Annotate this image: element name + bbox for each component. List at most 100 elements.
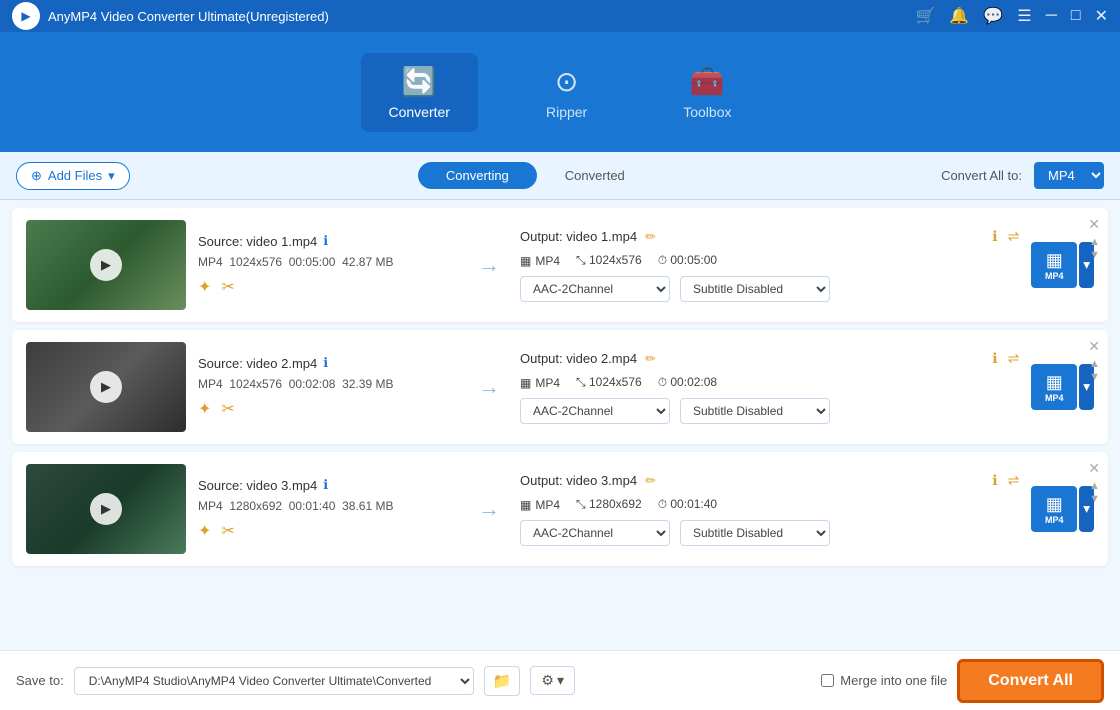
output-settings-icon-3[interactable]: ⇌	[1008, 472, 1020, 489]
ripper-icon: ⊙	[555, 65, 578, 98]
file-item-2: ✕ ▲ ▼ ▶ Source: video 2.mp4 ℹ MP4 1024x5…	[12, 330, 1108, 444]
output-resolution-1: ⤡ 1024x576	[576, 253, 642, 268]
format-button-2[interactable]: ▦ MP4	[1031, 364, 1077, 410]
toolbar-tabs: Converting Converted	[142, 162, 929, 189]
save-path-select[interactable]: D:\AnyMP4 Studio\AnyMP4 Video Converter …	[74, 667, 474, 695]
file-move-down-1[interactable]: ▼	[1089, 249, 1100, 262]
file-close-icon-2[interactable]: ✕	[1088, 338, 1100, 355]
format-btn-group-1: ▦ MP4 ▾	[1031, 242, 1094, 288]
file-thumbnail-3: ▶	[26, 464, 186, 554]
output-info-icon-2[interactable]: ℹ	[992, 350, 997, 367]
file-source-name-2: Source: video 2.mp4	[198, 356, 317, 371]
file-move-down-2[interactable]: ▼	[1089, 371, 1100, 384]
play-button-3[interactable]: ▶	[90, 493, 122, 525]
file-reorder-3: ▲ ▼	[1089, 480, 1100, 506]
nav-item-toolbox[interactable]: 🧰 Toolbox	[655, 53, 759, 132]
cut-icon-3[interactable]: ✂	[221, 521, 234, 541]
tab-converted[interactable]: Converted	[537, 162, 653, 189]
toolbar: ⊕ Add Files ▾ Converting Converted Conve…	[0, 152, 1120, 200]
tab-converting[interactable]: Converting	[418, 162, 537, 189]
edit-icon-1[interactable]: ✏	[645, 229, 656, 245]
toolbox-icon: 🧰	[690, 65, 725, 98]
output-format-name-2: MP4	[535, 376, 560, 390]
nav-toolbox-label: Toolbox	[683, 104, 731, 120]
format-button-3[interactable]: ▦ MP4	[1031, 486, 1077, 532]
output-info-icon-1[interactable]: ℹ	[992, 228, 997, 245]
file-item-1: ✕ ▲ ▼ ▶ Source: video 1.mp4 ℹ MP4 1024x5…	[12, 208, 1108, 322]
star-icon-1[interactable]: ✦	[198, 277, 211, 297]
output-info-icon-3[interactable]: ℹ	[992, 472, 997, 489]
output-resolution-3: ⤡ 1280x692	[576, 497, 642, 512]
nav-item-ripper[interactable]: ⊙ Ripper	[518, 53, 615, 132]
format-btn-icon-3: ▦	[1046, 494, 1063, 515]
add-files-plus-icon: ⊕	[31, 168, 42, 184]
file-actions-3: ✦ ✂	[198, 521, 458, 541]
convert-all-to-label: Convert All to:	[941, 168, 1022, 183]
output-duration-1: ⏱ 00:05:00	[658, 253, 717, 268]
settings-button[interactable]: ⚙ ▾	[530, 666, 575, 695]
convert-all-format-select[interactable]: MP4 MKV AVI MOV	[1034, 162, 1104, 189]
output-format-icon-3: ▦	[520, 498, 531, 512]
output-header-3: Output: video 3.mp4 ✏ ℹ ⇌	[520, 472, 1019, 489]
subtitle-select-2[interactable]: Subtitle Disabled	[680, 398, 830, 424]
format-btn-group-2: ▦ MP4 ▾	[1031, 364, 1094, 410]
star-icon-2[interactable]: ✦	[198, 399, 211, 419]
file-move-up-3[interactable]: ▲	[1089, 480, 1100, 493]
user-icon[interactable]: 🔔	[949, 6, 969, 26]
output-format-icon-1: ▦	[520, 254, 531, 268]
output-selects-1: AAC-2Channel Subtitle Disabled	[520, 276, 1019, 302]
play-button-2[interactable]: ▶	[90, 371, 122, 403]
nav-item-converter[interactable]: 🔄 Converter	[361, 53, 478, 132]
file-close-icon-3[interactable]: ✕	[1088, 460, 1100, 477]
output-header-1: Output: video 1.mp4 ✏ ℹ ⇌	[520, 228, 1019, 245]
add-files-button[interactable]: ⊕ Add Files ▾	[16, 162, 130, 190]
audio-select-2[interactable]: AAC-2Channel	[520, 398, 670, 424]
file-move-up-1[interactable]: ▲	[1089, 236, 1100, 249]
convert-all-button[interactable]: Convert All	[957, 659, 1104, 703]
file-info-icon-1[interactable]: ℹ	[323, 233, 328, 249]
file-close-icon-1[interactable]: ✕	[1088, 216, 1100, 233]
arrow-icon-2: →	[478, 374, 500, 400]
file-info-icon-2[interactable]: ℹ	[323, 355, 328, 371]
output-format-badge-2: ▦ MP4	[520, 376, 560, 390]
merge-checkbox[interactable]	[821, 674, 834, 687]
file-source-1: Source: video 1.mp4 ℹ	[198, 233, 458, 249]
output-resolution-2: ⤡ 1024x576	[576, 375, 642, 390]
output-duration-3: ⏱ 00:01:40	[658, 497, 717, 512]
settings-dropdown-icon: ▾	[557, 672, 564, 689]
title-bar: AnyMP4 Video Converter Ultimate(Unregist…	[0, 0, 1120, 32]
edit-icon-3[interactable]: ✏	[645, 473, 656, 489]
chat-icon[interactable]: 💬	[983, 6, 1003, 26]
format-btn-group-3: ▦ MP4 ▾	[1031, 486, 1094, 532]
cart-icon[interactable]: 🛒	[915, 6, 935, 26]
file-info-icon-3[interactable]: ℹ	[323, 477, 328, 493]
maximize-icon[interactable]: □	[1071, 7, 1081, 25]
format-button-1[interactable]: ▦ MP4	[1031, 242, 1077, 288]
cut-icon-1[interactable]: ✂	[221, 277, 234, 297]
subtitle-select-3[interactable]: Subtitle Disabled	[680, 520, 830, 546]
close-icon[interactable]: ✕	[1095, 6, 1108, 26]
file-output-3: Output: video 3.mp4 ✏ ℹ ⇌ ▦ MP4 ⤡ 1280x6…	[520, 472, 1019, 546]
output-format-name-1: MP4	[535, 254, 560, 268]
audio-select-3[interactable]: AAC-2Channel	[520, 520, 670, 546]
file-move-up-2[interactable]: ▲	[1089, 358, 1100, 371]
edit-icon-2[interactable]: ✏	[645, 351, 656, 367]
minimize-icon[interactable]: ─	[1046, 7, 1057, 25]
menu-icon[interactable]: ☰	[1017, 6, 1031, 26]
output-icons-1: ℹ ⇌	[992, 228, 1019, 245]
output-selects-3: AAC-2Channel Subtitle Disabled	[520, 520, 1019, 546]
output-settings-icon-1[interactable]: ⇌	[1008, 228, 1020, 245]
save-to-label: Save to:	[16, 673, 64, 688]
file-move-down-3[interactable]: ▼	[1089, 493, 1100, 506]
file-reorder-2: ▲ ▼	[1089, 358, 1100, 384]
app-title: AnyMP4 Video Converter Ultimate(Unregist…	[48, 9, 329, 24]
star-icon-3[interactable]: ✦	[198, 521, 211, 541]
play-button-1[interactable]: ▶	[90, 249, 122, 281]
cut-icon-2[interactable]: ✂	[221, 399, 234, 419]
file-source-3: Source: video 3.mp4 ℹ	[198, 477, 458, 493]
audio-select-1[interactable]: AAC-2Channel	[520, 276, 670, 302]
output-selects-2: AAC-2Channel Subtitle Disabled	[520, 398, 1019, 424]
subtitle-select-1[interactable]: Subtitle Disabled	[680, 276, 830, 302]
open-folder-button[interactable]: 📁	[484, 666, 521, 696]
output-settings-icon-2[interactable]: ⇌	[1008, 350, 1020, 367]
